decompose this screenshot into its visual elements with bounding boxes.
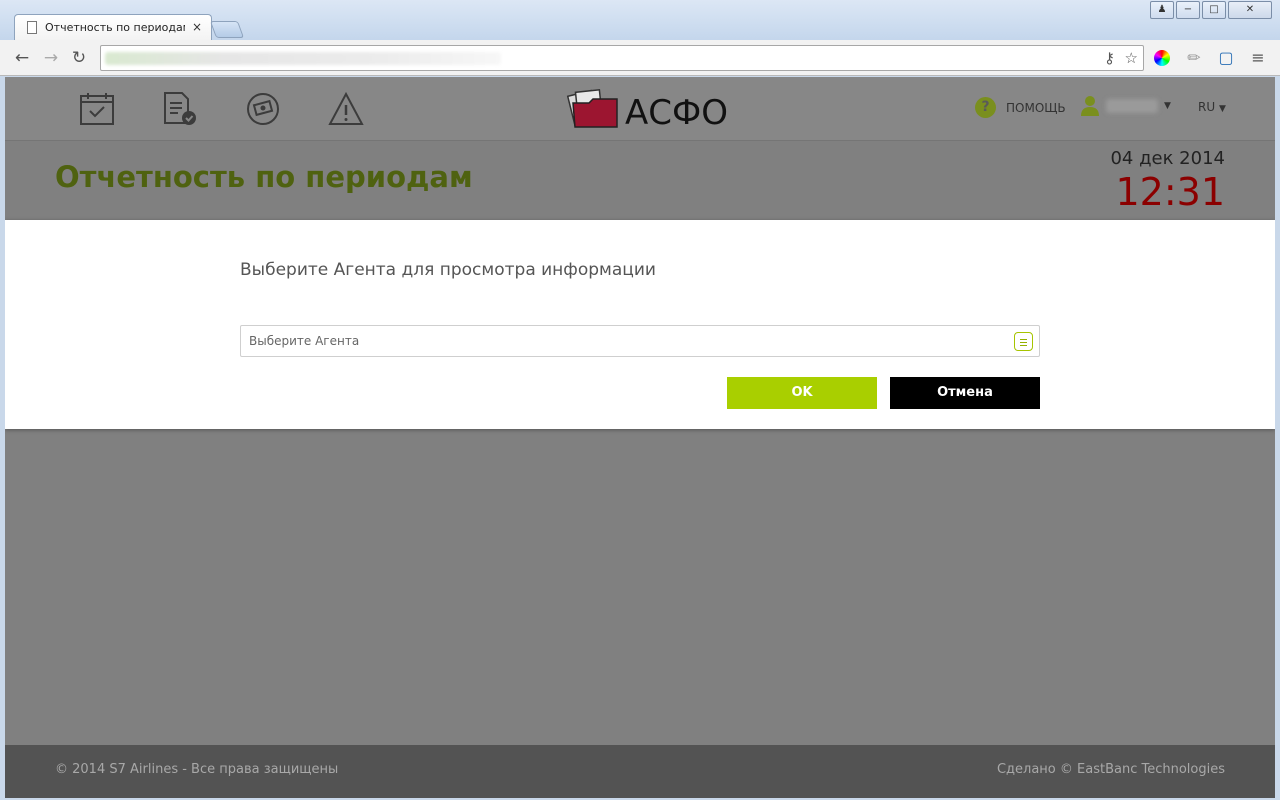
chevron-down-icon: ▼ <box>1164 101 1171 111</box>
agent-select-field[interactable] <box>240 325 1040 357</box>
menu-icon[interactable]: ≡ <box>1248 48 1268 68</box>
maximize-button[interactable]: □ <box>1202 1 1226 19</box>
reload-icon[interactable]: ↻ <box>68 48 90 68</box>
close-window-button[interactable]: ✕ <box>1228 1 1272 19</box>
pencil-extension-icon[interactable]: ✏ <box>1184 48 1204 68</box>
forward-arrow-icon[interactable]: → <box>40 48 62 68</box>
screen-capture-icon[interactable]: ▢ <box>1216 48 1236 68</box>
copyright-text: © 2014 S7 Airlines - Все права защищены <box>55 762 339 777</box>
url-text-redacted <box>105 52 501 65</box>
help-link[interactable]: ? ПОМОЩЬ <box>975 97 1066 118</box>
user-name-redacted <box>1106 99 1158 113</box>
back-arrow-icon[interactable]: ← <box>11 48 33 68</box>
current-date: 04 дек 2014 <box>1110 148 1225 169</box>
profile-icon[interactable]: ♟ <box>1150 1 1174 19</box>
asfo-logo[interactable]: АСФО <box>565 89 729 133</box>
agent-input[interactable] <box>241 326 1001 356</box>
help-question-icon: ? <box>975 97 996 118</box>
page-icon <box>27 21 37 34</box>
developer-credit: Сделано © EastBanc Technologies <box>996 762 1225 777</box>
language-selector[interactable]: RU ▼ <box>1198 100 1226 114</box>
address-bar[interactable]: ⚷ ☆ <box>100 45 1144 71</box>
bookmark-star-icon[interactable]: ☆ <box>1125 49 1138 67</box>
browser-tab[interactable]: Отчетность по периодам | × <box>14 14 212 40</box>
calendar-icon[interactable] <box>79 91 115 127</box>
minimize-button[interactable]: − <box>1176 1 1200 19</box>
browser-titlebar: Отчетность по периодам | × ♟ − □ ✕ <box>0 0 1280 40</box>
current-time: 12:31 <box>1115 170 1225 214</box>
user-icon <box>1081 96 1099 116</box>
select-agent-dialog: Выберите Агента для просмотра информации… <box>5 220 1275 429</box>
color-picker-extension-icon[interactable] <box>1154 50 1170 66</box>
page-title-bar: Отчетность по периодам 04 дек 2014 12:31 <box>5 142 1275 220</box>
dialog-heading: Выберите Агента для просмотра информации <box>240 260 656 280</box>
list-icon[interactable] <box>1014 332 1033 351</box>
money-icon[interactable] <box>245 91 281 127</box>
warning-icon[interactable] <box>328 91 364 127</box>
report-check-icon[interactable] <box>162 91 198 127</box>
browser-toolbar: ← → ↻ ⚷ ☆ ✏ ▢ ≡ <box>0 40 1280 76</box>
folder-logo-icon <box>566 89 618 128</box>
chevron-down-icon: ▼ <box>1218 104 1226 114</box>
page-title: Отчетность по периодам <box>55 160 473 194</box>
footer: © 2014 S7 Airlines - Все права защищены … <box>5 745 1275 798</box>
app-header: АСФО ? ПОМОЩЬ ▼ RU ▼ <box>5 77 1275 141</box>
help-label: ПОМОЩЬ <box>1006 100 1066 115</box>
ok-button[interactable]: OK <box>727 377 877 409</box>
user-menu[interactable]: ▼ <box>1080 95 1171 117</box>
cancel-button[interactable]: Отмена <box>890 377 1040 409</box>
logo-text: АСФО <box>625 93 729 133</box>
key-icon[interactable]: ⚷ <box>1104 49 1115 67</box>
language-label: RU <box>1198 100 1216 114</box>
window-controls: ♟ − □ ✕ <box>1150 1 1272 19</box>
web-page: АСФО ? ПОМОЩЬ ▼ RU ▼ Отчетность по перио… <box>5 77 1275 798</box>
tab-close-icon[interactable]: × <box>192 20 202 34</box>
new-tab-button[interactable] <box>209 21 245 38</box>
tab-title: Отчетность по периодам | <box>45 21 185 34</box>
